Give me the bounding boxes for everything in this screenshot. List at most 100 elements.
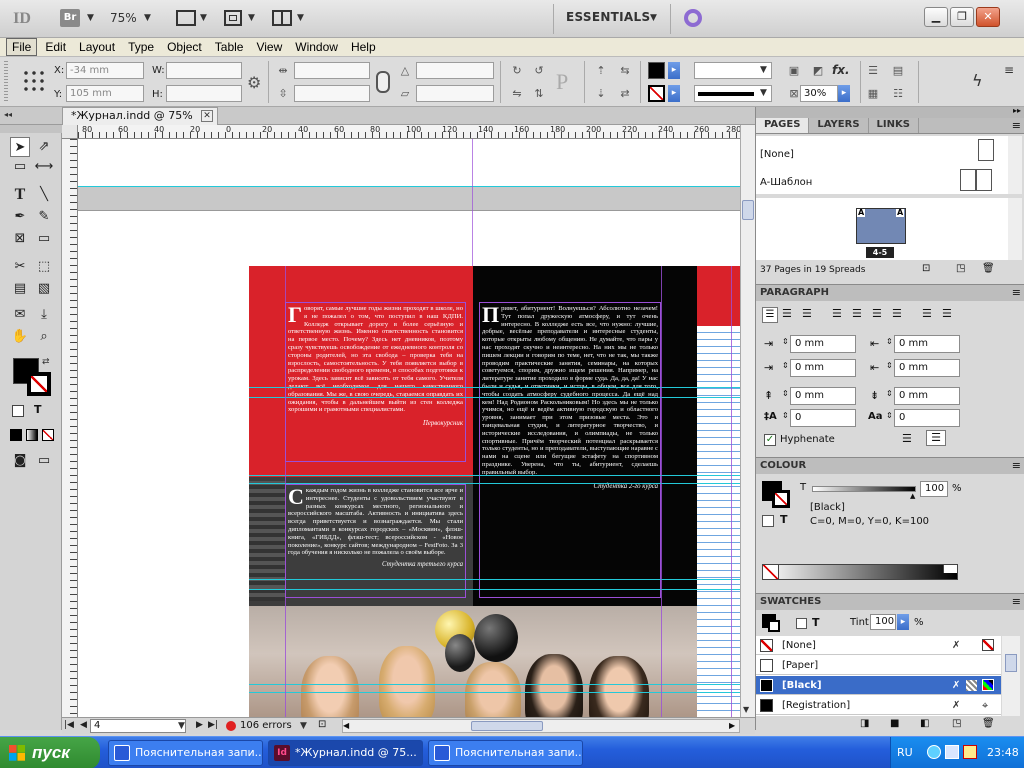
align-baseline-grid-icon[interactable]: ☰ <box>926 430 946 446</box>
stepper-icon[interactable]: ⇕ <box>886 361 893 370</box>
panel-menu-icon[interactable]: ≡ <box>1012 595 1021 608</box>
horizontal-scrollbar[interactable]: ◀ ▶ <box>342 719 740 733</box>
trash-icon[interactable]: 🗑 <box>982 718 995 729</box>
menu-view[interactable]: View <box>251 39 287 55</box>
scrollbar-thumb[interactable] <box>742 200 754 220</box>
page-spread[interactable]: Г оворят, самые лучшие годы жизни проход… <box>249 266 740 717</box>
bridge-button[interactable]: Br <box>60 9 80 27</box>
zoom-tool-icon[interactable]: ⌕ <box>34 327 54 347</box>
align-away-spine-icon[interactable]: ☰ <box>942 307 952 320</box>
zoom-level[interactable]: 75% <box>110 11 137 25</box>
chevron-down-icon[interactable]: ▼ <box>297 13 304 23</box>
open-page-icon[interactable]: ⊡ <box>318 719 326 730</box>
panel-grip[interactable] <box>4 61 8 103</box>
rectangle-frame-tool-icon[interactable]: ⊠ <box>10 229 30 249</box>
swatches-header[interactable]: SWATCHES ≡ <box>756 594 1024 610</box>
chevron-down-icon[interactable]: ▼ <box>87 13 94 23</box>
align-center-icon[interactable]: ☰ <box>782 307 792 320</box>
justify-right-icon[interactable]: ☰ <box>872 307 882 320</box>
align-right-icon[interactable]: ☰ <box>802 307 812 320</box>
apply-gradient-icon[interactable] <box>26 429 38 441</box>
security-icon[interactable] <box>963 745 977 759</box>
stepper-icon[interactable]: ⇕ <box>886 389 893 398</box>
eyedropper-tool-icon[interactable]: ⤓ <box>34 305 54 325</box>
start-button[interactable]: пуск <box>0 737 100 768</box>
workspace-switcher[interactable]: ESSENTIALS <box>566 10 650 24</box>
rotate-ccw-icon[interactable]: ↺ <box>530 62 548 79</box>
formatting-container-icon[interactable] <box>762 515 774 527</box>
master-thumb[interactable] <box>960 169 976 191</box>
swatch-tint-field[interactable]: 100 <box>870 614 896 630</box>
stepper-icon[interactable]: ⇕ <box>886 411 893 420</box>
stroke-swatch[interactable] <box>648 85 665 102</box>
text-wrap-none-icon[interactable]: ☰ <box>864 62 882 79</box>
constrain-link-icon[interactable]: ⚙ <box>247 73 261 92</box>
select-next-icon[interactable]: ⇄ <box>616 85 634 102</box>
vertical-scrollbar[interactable]: ▼ <box>740 125 755 717</box>
menu-file[interactable]: File <box>6 38 38 56</box>
screen-mode-icon[interactable] <box>224 10 242 26</box>
opacity-dropdown[interactable]: ▸ <box>838 85 850 102</box>
formatting-text-icon[interactable]: T <box>780 513 788 526</box>
text-frame-col2[interactable]: П ривет, абитуриент! Волнуешься? Абсолют… <box>479 302 661 598</box>
chevron-down-icon[interactable]: ▼ <box>650 13 657 23</box>
formatting-text-icon[interactable]: T <box>812 616 820 629</box>
trash-icon[interactable]: 🗑 <box>982 263 995 274</box>
line-tool-icon[interactable]: ╲ <box>34 185 54 205</box>
chevron-down-icon[interactable]: ▼ <box>178 721 185 731</box>
menu-table[interactable]: Table <box>210 39 249 55</box>
align-left-icon[interactable]: ☰ <box>762 307 778 323</box>
h-field[interactable] <box>166 85 242 102</box>
text-wrap-shape-icon[interactable]: ▦ <box>864 85 882 102</box>
language-indicator[interactable]: RU <box>897 746 913 759</box>
group-photo[interactable] <box>249 606 697 717</box>
vertical-ruler[interactable] <box>62 139 78 717</box>
rotation-field[interactable] <box>416 62 494 79</box>
swatch-list[interactable]: [None] ✗ [Paper] [Black] ✗ [Registration… <box>756 636 1001 716</box>
tint-field[interactable]: 100 <box>920 481 948 497</box>
stepper-icon[interactable]: ⇕ <box>782 411 789 420</box>
chevron-down-icon[interactable]: ▼ <box>248 13 255 23</box>
direct-selection-tool-icon[interactable]: ⇗ <box>34 137 54 157</box>
ruler-origin[interactable] <box>62 125 78 138</box>
drop-cap-chars-field[interactable]: 0 <box>894 409 960 427</box>
selection-tool-icon[interactable]: ➤ <box>10 137 30 157</box>
pencil-tool-icon[interactable]: ✎ <box>34 207 54 227</box>
left-indent-field[interactable]: 0 mm <box>790 335 856 353</box>
master-a[interactable]: A-Шаблон <box>760 177 812 188</box>
stepper-icon[interactable]: ⇕ <box>782 361 789 370</box>
rectangle-tool-icon[interactable]: ▭ <box>34 229 54 249</box>
hyphenate-checkbox[interactable]: ✓ <box>764 434 776 446</box>
tab-layers[interactable]: LAYERS <box>809 118 869 133</box>
formatting-container-icon[interactable] <box>796 618 807 629</box>
show-all-swatches-icon[interactable]: ◨ <box>860 718 869 729</box>
drop-shadow-icon[interactable]: ▣ <box>785 62 803 79</box>
panel-menu-icon[interactable]: ≡ <box>1012 119 1021 132</box>
hand-tool-icon[interactable]: ✋ <box>10 327 30 347</box>
scroll-left-icon[interactable]: ◀ <box>343 720 349 732</box>
type-tool-icon[interactable]: T <box>10 185 30 205</box>
chevron-down-icon[interactable]: ▼ <box>300 721 307 731</box>
constrain-scale-icon[interactable] <box>376 71 390 93</box>
text-wrap-jump-icon[interactable]: ☷ <box>889 85 907 102</box>
quick-apply-icon[interactable]: ϟ <box>972 71 983 90</box>
menu-layout[interactable]: Layout <box>74 39 120 55</box>
menu-type[interactable]: Type <box>123 39 159 55</box>
chevron-down-icon[interactable]: ▼ <box>144 13 151 23</box>
none-swatch-icon[interactable] <box>763 565 779 579</box>
normal-view-icon[interactable]: ◙ <box>10 451 30 471</box>
previous-page-icon[interactable]: ◀ <box>80 720 87 730</box>
chevron-down-icon[interactable]: ▼ <box>760 65 767 75</box>
stepper-icon[interactable]: ⇕ <box>782 337 789 346</box>
panel-menu-icon[interactable]: ≡ <box>1004 63 1014 77</box>
next-page-icon[interactable]: ▶ <box>196 720 203 730</box>
w-field[interactable] <box>166 62 242 79</box>
scrollbar-thumb[interactable] <box>471 721 543 731</box>
scale-y-field[interactable] <box>294 85 370 102</box>
swatch-scrollbar[interactable] <box>1002 636 1020 716</box>
swatch-registration[interactable]: [Registration] ✗ ⌖ <box>756 696 1001 715</box>
gradient-swatch-tool-icon[interactable]: ▤ <box>10 279 30 299</box>
show-gradient-swatches-icon[interactable]: ◧ <box>920 718 929 729</box>
rotate-cw-icon[interactable]: ↻ <box>508 62 526 79</box>
swap-colors-icon[interactable]: ⇄ <box>42 357 50 367</box>
